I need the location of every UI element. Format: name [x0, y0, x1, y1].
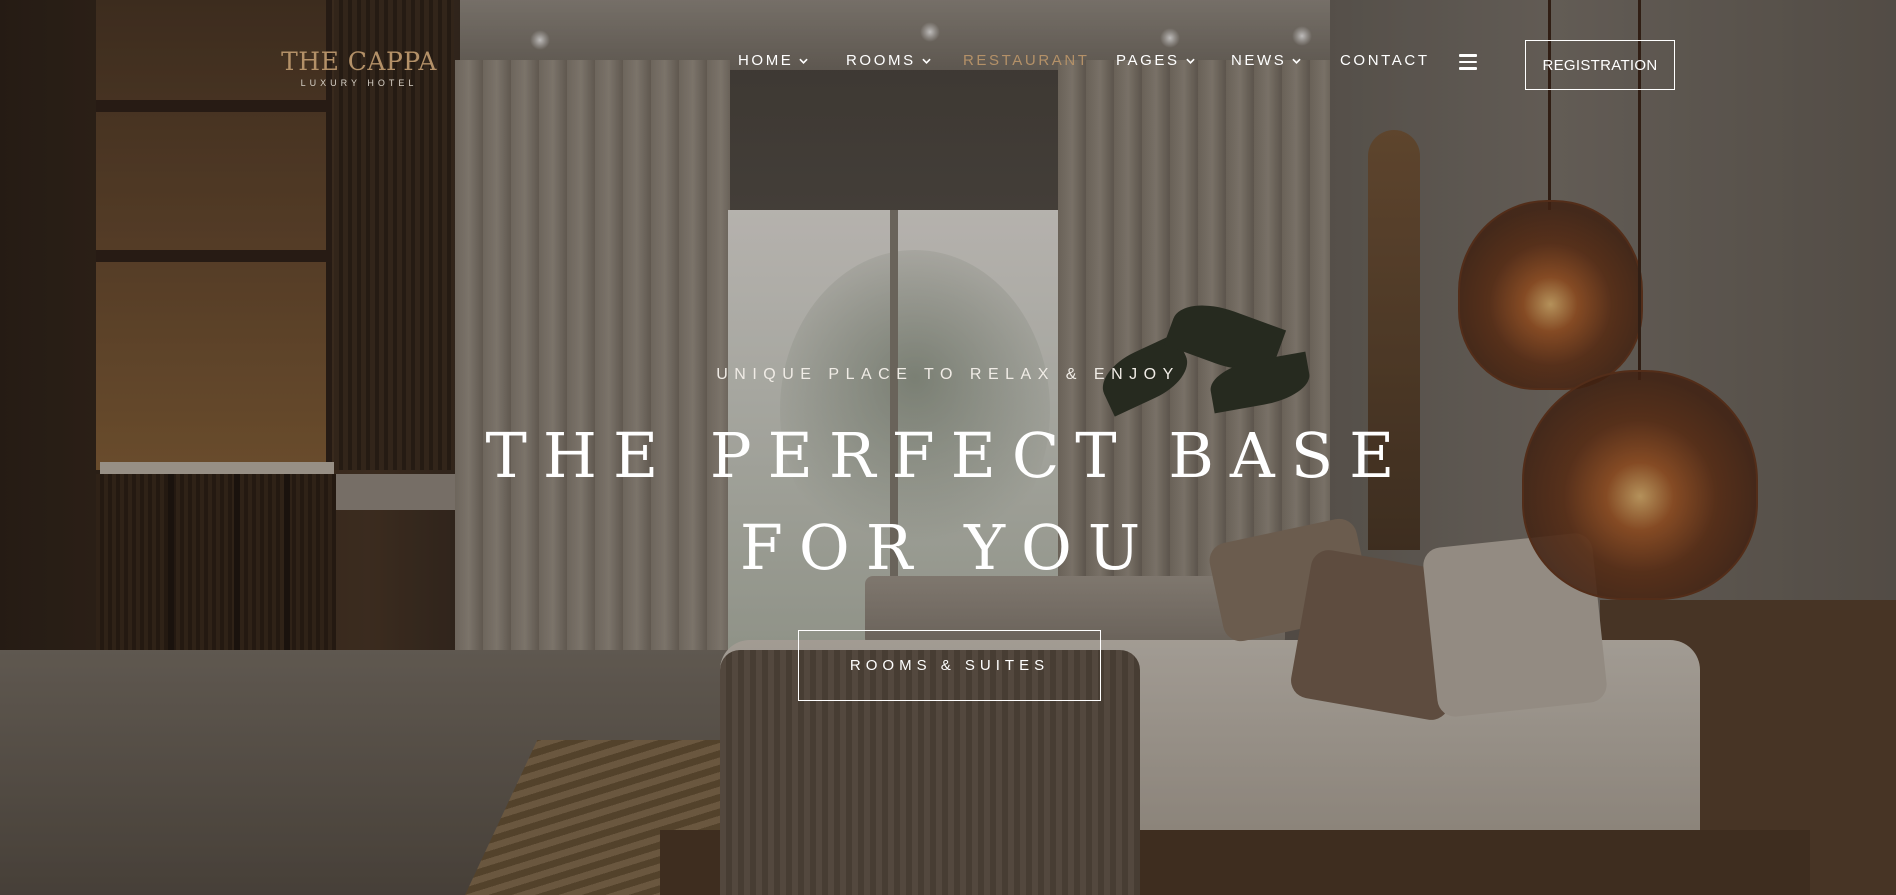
nav-item-restaurant[interactable]: RESTAURANT: [963, 52, 1090, 69]
hero-title-line-2: FOR YOU: [739, 511, 1157, 584]
nav-item-contact[interactable]: CONTACT: [1340, 52, 1430, 69]
nav-item-label: ROOMS: [846, 52, 916, 69]
nav-item-news[interactable]: NEWS: [1231, 52, 1302, 69]
logo-title: THE CAPPA: [281, 47, 437, 76]
logo-subtitle: LUXURY HOTEL: [300, 78, 418, 88]
nav-item-label: PAGES: [1116, 52, 1180, 69]
nav-item-label: RESTAURANT: [963, 52, 1090, 69]
nav-item-home[interactable]: HOME: [738, 52, 809, 69]
hero-subtitle: UNIQUE PLACE TO RELAX & ENJOY: [716, 366, 1180, 383]
registration-button[interactable]: REGISTRATION: [1525, 40, 1675, 90]
chevron-down-icon: [1292, 57, 1302, 65]
nav-item-label: CONTACT: [1340, 52, 1430, 69]
nav-item-label: NEWS: [1231, 52, 1287, 69]
rooms-suites-button[interactable]: ROOMS & SUITES: [798, 630, 1101, 701]
site-logo[interactable]: THE CAPPA LUXURY HOTEL: [278, 47, 440, 89]
hero-title: THE PERFECT BASE FOR YOU: [0, 410, 1896, 594]
nav-item-pages[interactable]: PAGES: [1116, 52, 1195, 69]
hero-title-line-1: THE PERFECT BASE: [485, 419, 1411, 492]
chevron-down-icon: [1185, 57, 1195, 65]
chevron-down-icon: [921, 57, 931, 65]
nav-item-rooms[interactable]: ROOMS: [846, 52, 931, 69]
nav-item-label: HOME: [738, 52, 794, 69]
hamburger-menu-icon[interactable]: [1459, 54, 1477, 70]
chevron-down-icon: [799, 57, 809, 65]
